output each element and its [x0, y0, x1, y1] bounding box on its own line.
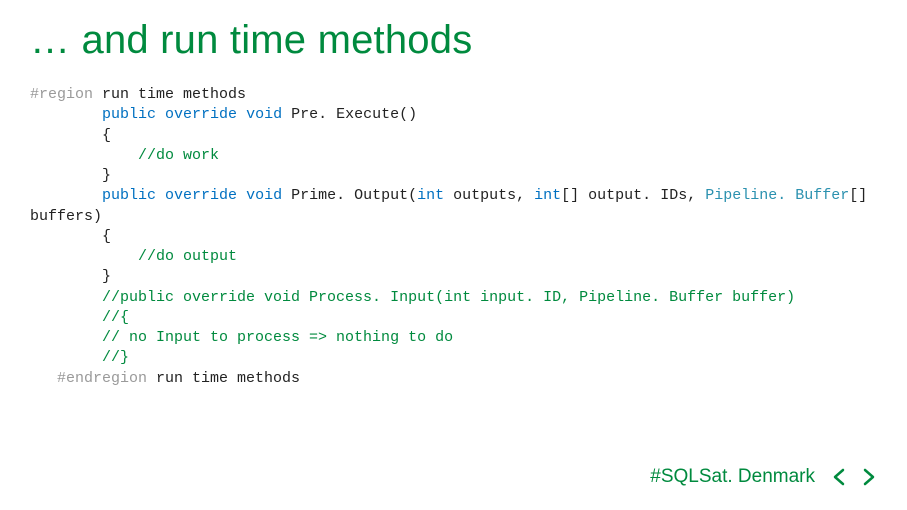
footer-hashtag: #SQLSat. Denmark — [650, 466, 815, 488]
indent-1 — [30, 147, 138, 164]
method-preexecute: Pre. Execute() — [282, 106, 417, 123]
brace-open-2: { — [30, 228, 111, 245]
footer: #SQLSat. Denmark — [650, 466, 879, 488]
kw-void-2: void — [246, 187, 282, 204]
param-outputids: [] output. IDs, — [561, 187, 705, 204]
comment-no-input: // no Input to process => nothing to do — [102, 329, 453, 346]
method-primeoutput: Prime. Output( — [282, 187, 417, 204]
chevron-right-icon[interactable] — [857, 466, 879, 488]
type-pipelinebuffer: Pipeline. Buffer — [705, 187, 849, 204]
param-buffers: buffers) — [30, 208, 102, 225]
kw-int-1: int — [417, 187, 444, 204]
kw-void: void — [246, 106, 282, 123]
param-outputs: outputs, — [444, 187, 534, 204]
comment-do-output: //do output — [138, 248, 237, 265]
comment-processinput: //public override void Process. Input(in… — [102, 289, 795, 306]
array-brackets: [] — [849, 187, 876, 204]
kw-override: override — [165, 106, 237, 123]
comment-do-work: //do work — [138, 147, 219, 164]
brace-open-1: { — [30, 127, 111, 144]
chevron-left-icon[interactable] — [829, 466, 851, 488]
directive-region: #region — [30, 86, 93, 103]
kw-int-2: int — [534, 187, 561, 204]
brace-close-2: } — [30, 268, 111, 285]
slide: … and run time methods #region run time … — [0, 0, 907, 389]
brace-close-1: } — [30, 167, 111, 184]
directive-endregion: #endregion — [30, 370, 147, 387]
page-title: … and run time methods — [30, 18, 877, 63]
kw-public-2: public — [102, 187, 156, 204]
nav-icons — [829, 466, 879, 488]
code-block: #region run time methods public override… — [30, 85, 877, 389]
indent-2 — [30, 248, 138, 265]
kw-override-2: override — [165, 187, 237, 204]
region-label: run time methods — [93, 86, 246, 103]
comment-brace-close: //} — [102, 349, 129, 366]
kw-public: public — [102, 106, 156, 123]
endregion-label: run time methods — [147, 370, 300, 387]
comment-brace-open: //{ — [102, 309, 129, 326]
